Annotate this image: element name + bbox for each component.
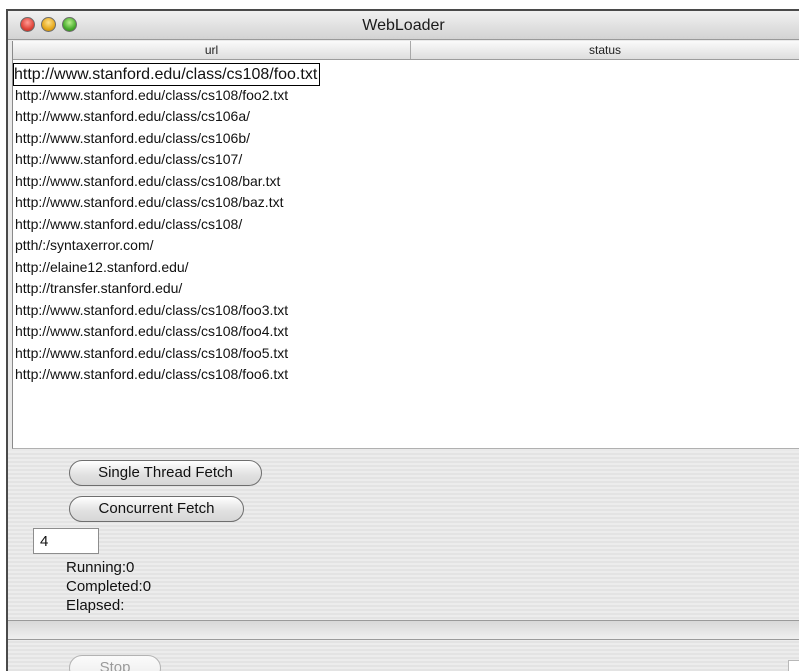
table-row[interactable]: http://www.stanford.edu/class/cs108/foo3…: [13, 300, 799, 322]
webloader-window: WebLoader url status http://www.stanford…: [6, 9, 799, 671]
table-row[interactable]: ptth/:/syntaxerror.com/: [13, 235, 799, 257]
column-header-url[interactable]: url: [13, 41, 411, 59]
url-cell: http://www.stanford.edu/class/cs108/foo.…: [13, 63, 321, 86]
table-row[interactable]: http://www.stanford.edu/class/cs108/foo.…: [13, 63, 799, 86]
table-body: http://www.stanford.edu/class/cs108/foo.…: [13, 60, 799, 386]
url-cell: http://transfer.stanford.edu/: [15, 280, 183, 296]
control-panel: Single Thread Fetch Concurrent Fetch Run…: [8, 451, 799, 671]
url-cell: http://elaine12.stanford.edu/: [15, 258, 189, 275]
url-cell: http://www.stanford.edu/class/cs108/foo6…: [15, 366, 289, 382]
url-cell: ptth/:/syntaxerror.com/: [15, 237, 154, 253]
url-cell: http://www.stanford.edu/class/cs108/foo4…: [15, 323, 289, 339]
table-row[interactable]: http://www.stanford.edu/class/cs108/foo2…: [13, 85, 799, 107]
url-cell: http://www.stanford.edu/class/cs108/: [15, 215, 243, 232]
table-row[interactable]: http://www.stanford.edu/class/cs108/bar.…: [13, 171, 799, 193]
url-cell: http://www.stanford.edu/class/cs106a/: [15, 108, 251, 124]
table-row[interactable]: http://www.stanford.edu/class/cs108/: [13, 214, 799, 236]
table-row[interactable]: http://elaine12.stanford.edu/: [13, 257, 799, 279]
elapsed-time-label: Elapsed:: [66, 597, 125, 614]
url-table[interactable]: url status http://www.stanford.edu/class…: [12, 41, 799, 449]
table-row[interactable]: http://www.stanford.edu/class/cs108/foo6…: [13, 364, 799, 386]
table-row[interactable]: http://transfer.stanford.edu/: [13, 278, 799, 300]
table-row[interactable]: http://www.stanford.edu/class/cs106a/: [13, 106, 799, 128]
progress-bar: [8, 620, 799, 640]
table-row[interactable]: http://www.stanford.edu/class/cs108/foo4…: [13, 321, 799, 343]
url-cell: http://www.stanford.edu/class/cs108/foo5…: [15, 344, 289, 361]
url-cell: http://www.stanford.edu/class/cs107/: [15, 151, 243, 167]
table-row[interactable]: http://www.stanford.edu/class/cs106b/: [13, 128, 799, 150]
url-cell: http://www.stanford.edu/class/cs108/foo2…: [15, 86, 289, 103]
table-row[interactable]: http://www.stanford.edu/class/cs107/: [13, 149, 799, 171]
resize-grip-icon[interactable]: [788, 660, 799, 671]
thread-count-input[interactable]: [33, 528, 99, 554]
table-row[interactable]: http://www.stanford.edu/class/cs108/baz.…: [13, 192, 799, 214]
running-count-label: Running:0: [66, 559, 135, 576]
table-row[interactable]: http://www.stanford.edu/class/cs108/foo5…: [13, 343, 799, 365]
url-cell: http://www.stanford.edu/class/cs108/bar.…: [15, 172, 281, 189]
url-cell: http://www.stanford.edu/class/cs108/baz.…: [15, 194, 284, 210]
window-title: WebLoader: [362, 17, 445, 34]
completed-count-label: Completed:0: [66, 578, 152, 595]
url-cell: http://www.stanford.edu/class/cs108/foo3…: [15, 301, 289, 318]
single-thread-fetch-button[interactable]: Single Thread Fetch: [69, 460, 262, 486]
table-header: url status: [13, 41, 799, 60]
url-cell: http://www.stanford.edu/class/cs106b/: [15, 129, 251, 146]
column-header-status[interactable]: status: [411, 41, 799, 59]
concurrent-fetch-button[interactable]: Concurrent Fetch: [69, 496, 244, 522]
stop-button[interactable]: Stop: [69, 655, 161, 671]
title-bar[interactable]: WebLoader: [8, 11, 799, 40]
